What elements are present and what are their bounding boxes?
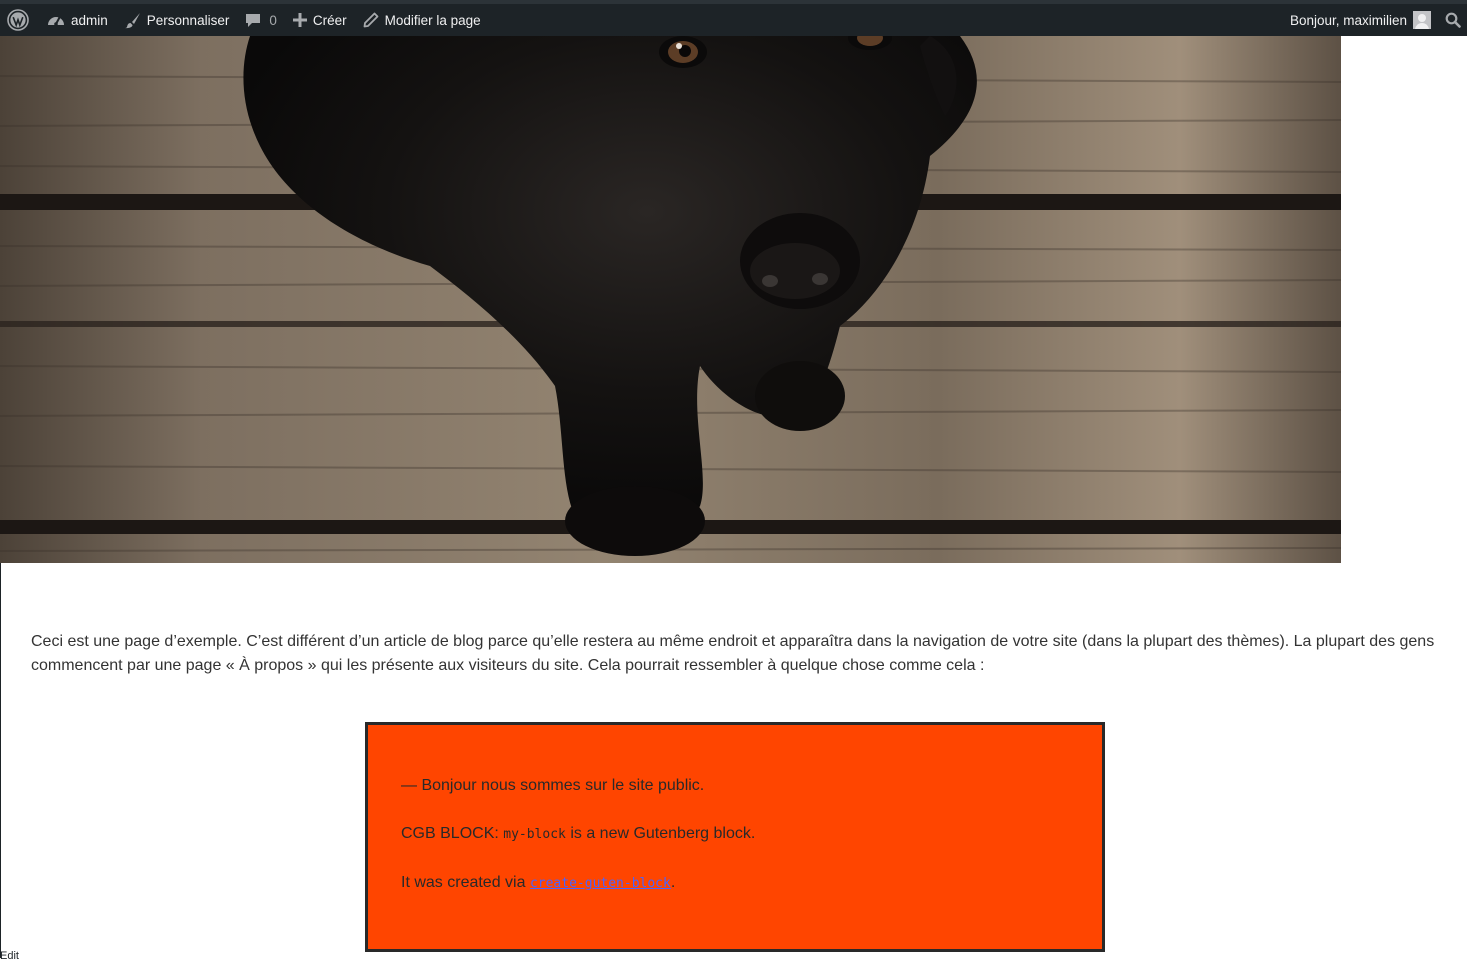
search-icon: [1445, 12, 1461, 28]
block-line3-suffix: .: [670, 874, 676, 891]
plus-icon: [292, 13, 307, 27]
edit-link[interactable]: Edit: [0, 950, 19, 962]
wordpress-menu[interactable]: [0, 4, 39, 36]
block-line2-suffix: is a new Gutenberg block.: [565, 825, 756, 842]
new-content-label: Créer: [312, 12, 347, 28]
edit-page-button[interactable]: Modifier la page: [355, 4, 489, 36]
block-line3-prefix: It was created via: [401, 874, 530, 891]
block-line-credit: It was created via create-guten-block.: [401, 871, 1069, 896]
puppy-photo: [0, 36, 1341, 563]
greeting-label: Bonjour, maximilien: [1289, 12, 1407, 28]
site-name-label: admin: [71, 12, 108, 28]
block-line-greeting: — Bonjour nous sommes sur le site public…: [401, 777, 705, 794]
my-account-menu[interactable]: Bonjour, maximilien: [1282, 4, 1439, 36]
comments-count: 0: [269, 12, 277, 28]
paintbrush-icon: [124, 12, 140, 28]
featured-image: [0, 36, 1341, 563]
create-guten-block-code: create-guten-block: [529, 876, 671, 891]
admin-bar-left: admin Personnaliser 0 Créer Modifier la …: [0, 4, 489, 36]
admin-bar: admin Personnaliser 0 Créer Modifier la …: [0, 0, 1467, 36]
wordpress-logo-icon: [7, 9, 29, 31]
cgb-my-block: — Bonjour nous sommes sur le site public…: [365, 722, 1105, 952]
edit-page-label: Modifier la page: [384, 12, 481, 28]
new-content-button[interactable]: Créer: [285, 4, 355, 36]
search-button[interactable]: [1439, 4, 1467, 36]
comment-bubble-icon: [246, 14, 261, 27]
comments-button[interactable]: 0: [237, 4, 285, 36]
avatar: [1413, 11, 1431, 29]
page-intro-paragraph: Ceci est une page d’exemple. C’est diffé…: [31, 633, 1435, 674]
block-line-description: CGB BLOCK: my-block is a new Gutenberg b…: [401, 822, 1069, 847]
content-left-border: [0, 563, 1, 958]
pencil-icon: [363, 12, 379, 28]
customize-button[interactable]: Personnaliser: [116, 4, 238, 36]
dashboard-gauge-icon: [48, 17, 64, 26]
customize-label: Personnaliser: [146, 12, 230, 28]
admin-bar-right: Bonjour, maximilien: [1282, 4, 1467, 36]
create-guten-block-link[interactable]: create-guten-block: [530, 874, 671, 891]
site-name-menu[interactable]: admin: [39, 4, 116, 36]
block-line2-prefix: CGB BLOCK:: [401, 825, 504, 842]
block-name-code: my-block: [503, 827, 566, 842]
